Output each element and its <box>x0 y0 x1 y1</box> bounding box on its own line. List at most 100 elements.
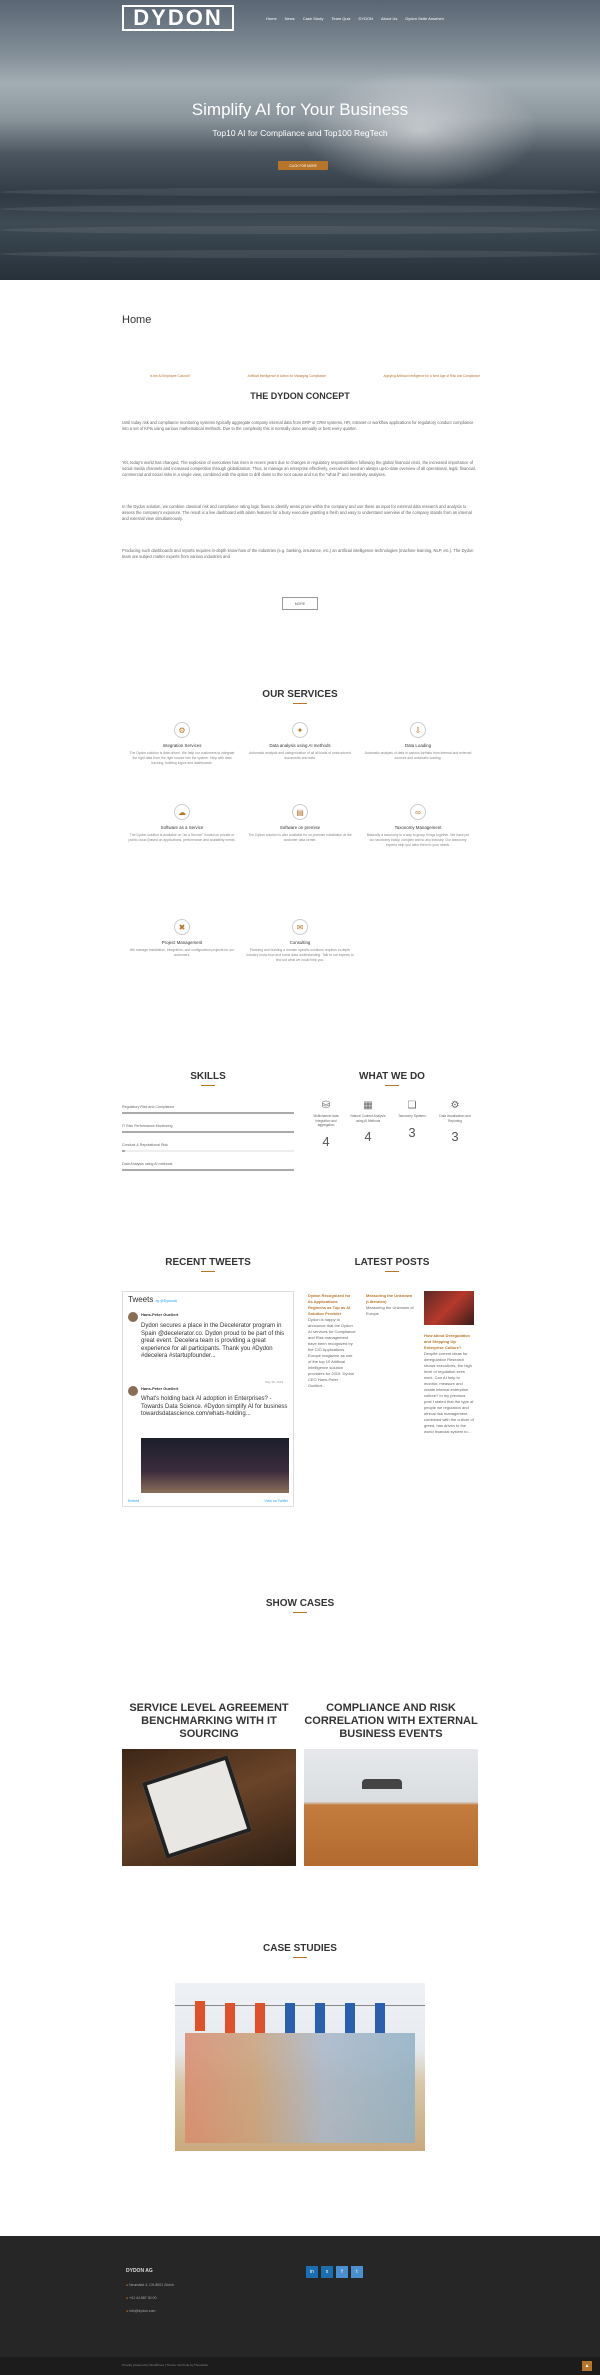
post-tabs: Is the AI Employee Cultural? Artificial … <box>150 374 480 378</box>
wwd-item: ▦ Natural Content Analysis using AI Metho… <box>350 1100 386 1144</box>
server-icon: ▤ <box>292 804 308 820</box>
post-item: How about Deregulation and Stepping Up E… <box>424 1333 474 1434</box>
footer-address: ● Neumarkt 4, CH-8001 Zürich <box>126 2283 174 2287</box>
hero-section: DYDON Home News Case Study Team Quiz DYD… <box>0 0 600 280</box>
link-icon: ∞ <box>410 804 426 820</box>
wwd-item: ❏ Taxonomy Systems 3 <box>394 1100 430 1140</box>
title-underline <box>385 1085 399 1086</box>
nav-home[interactable]: Home <box>266 16 277 21</box>
hero-title: Simplify AI for Your Business <box>191 100 409 119</box>
tweet-text: Dydon secures a place in the Decelerator… <box>141 1323 285 1359</box>
hero-subtitle: Top10 AI for Compliance and Top100 RegTe… <box>212 128 388 138</box>
case-studies-title: CASE STUDIES <box>263 1943 337 1954</box>
wwd-item: ⚙ Data visualization and Reporting 3 <box>437 1100 473 1144</box>
concept-paragraph: Yet, today's world has changed. The expl… <box>122 460 476 477</box>
database-icon: ⛁ <box>321 1100 331 1111</box>
showcase-title[interactable]: SERVICE LEVEL AGREEMENT BENCHMARKING WIT… <box>122 1702 296 1741</box>
title-underline <box>293 1612 307 1613</box>
services-title: OUR SERVICES <box>262 689 338 700</box>
title-underline <box>201 1085 215 1086</box>
linkedin-icon[interactable]: in <box>306 2266 318 2278</box>
download-icon: ⇩ <box>410 722 426 738</box>
nav-about-us[interactable]: About Us <box>381 16 397 21</box>
posts-title: LATEST POSTS <box>354 1257 430 1268</box>
service-item: ✦ Data analysis using AI methods Automatic… <box>246 722 354 761</box>
hero-cta-button[interactable]: CLICK FOR MORE <box>278 161 328 170</box>
chat-icon: ✉ <box>292 919 308 935</box>
nav-news[interactable]: News <box>285 16 295 21</box>
service-item: ▤ Software on premise The Dydon solution i… <box>246 804 354 843</box>
showcase-image[interactable] <box>122 1749 296 1866</box>
cloud-icon: ☁ <box>174 804 190 820</box>
skill-fill <box>122 1112 294 1114</box>
wwd-item: ⛁ Multichannel data integration and aggre… <box>308 1100 344 1149</box>
twitter-widget[interactable]: Tweets by @DydonAI Hans-Peter Guellert D… <box>122 1291 294 1507</box>
service-item: ⚙ Integration Services The Dydon solution … <box>128 722 236 766</box>
document-icon: ▦ <box>363 1100 373 1111</box>
post-thumbnail[interactable] <box>424 1291 474 1325</box>
showcase-card[interactable]: SERVICE LEVEL AGREEMENT BENCHMARKING WIT… <box>122 1702 296 1866</box>
gear-icon: ⚙ <box>174 722 190 738</box>
post-item: Measuring the Unknown (Liberalen) Measuri… <box>366 1293 414 1316</box>
nav-dydon-seite[interactable]: Dydon Seite Ansehen <box>405 16 443 21</box>
nav-team-quiz[interactable]: Team Quiz <box>331 16 350 21</box>
skill-row: Regulatory Risk and Compliance <box>122 1105 294 1114</box>
post-title-link[interactable]: How about Deregulation and Stepping Up E… <box>424 1333 474 1351</box>
showcases-title: SHOW CASES <box>265 1598 335 1609</box>
skill-fill <box>122 1131 294 1133</box>
more-button[interactable]: MORE <box>282 597 318 610</box>
facebook-icon[interactable]: f <box>336 2266 348 2278</box>
showcase-card[interactable]: COMPLIANCE AND RISK CORRELATION WITH EXT… <box>304 1702 478 1866</box>
concept-paragraph: Until today risk and compliance monitori… <box>122 420 474 431</box>
tab-ai-employee[interactable]: Is the AI Employee Cultural? <box>150 374 190 378</box>
book-icon: ❏ <box>407 1100 417 1111</box>
skills-title: SKILLS <box>190 1071 226 1082</box>
twitter-icon[interactable]: t <box>351 2266 363 2278</box>
skill-fill <box>122 1169 294 1171</box>
footer-phone: ● +41 44 887 00 00 <box>126 2296 157 2300</box>
service-item: ✉ Consulting Planning and building a domai… <box>246 919 354 963</box>
case-study-image[interactable] <box>175 1983 425 2151</box>
showcase-image[interactable] <box>304 1749 478 1866</box>
service-item: ✖ Project Management We manage installatio… <box>128 919 236 958</box>
nav-dydon[interactable]: DYDON <box>359 16 373 21</box>
social-links: in x f t <box>306 2266 363 2278</box>
embed-link[interactable]: Embed <box>128 1499 139 1503</box>
mail-icon: ● <box>126 2309 129 2313</box>
footer-email: ● info@dydon.com <box>126 2309 156 2313</box>
page-title: Home <box>122 314 152 326</box>
tweets-title: RECENT TWEETS <box>165 1257 251 1268</box>
skill-row: IT Risk Performance Monitoring <box>122 1124 294 1133</box>
footer-company: DYDON AG <box>126 2268 153 2274</box>
title-underline <box>201 1271 215 1272</box>
service-item: ⇩ Data Loading Automatic analysis of data … <box>364 722 472 761</box>
tweet-text: What's holding back AI adoption in Enter… <box>141 1396 288 1417</box>
twitter-handle-link[interactable]: by @DydonAI <box>156 1299 178 1303</box>
phone-icon: ● <box>126 2296 129 2300</box>
main-nav: Home News Case Study Team Quiz DYDON Abo… <box>266 16 444 21</box>
post-title-link[interactable]: Dydon Recognized for its Applications Re… <box>308 1293 356 1317</box>
skill-fill <box>122 1150 126 1152</box>
nav-case-study[interactable]: Case Study <box>303 16 324 21</box>
xing-icon[interactable]: x <box>321 2266 333 2278</box>
scroll-top-button[interactable]: ▲ <box>582 2361 592 2371</box>
showcase-title[interactable]: COMPLIANCE AND RISK CORRELATION WITH EXT… <box>304 1702 478 1741</box>
avatar <box>128 1312 138 1322</box>
concept-title: THE DYDON CONCEPT <box>250 391 350 401</box>
tools-icon: ✖ <box>174 919 190 935</box>
tab-ai-compliance[interactable]: Artificial Intelligence in Action for Ma… <box>248 374 326 378</box>
wwd-title: WHAT WE DO <box>359 1071 425 1082</box>
title-underline <box>385 1271 399 1272</box>
title-underline <box>293 1957 307 1958</box>
concept-paragraph: Producing such dashboards and reports re… <box>122 548 474 559</box>
view-on-twitter-link[interactable]: View on Twitter <box>264 1499 288 1503</box>
post-title-link[interactable]: Measuring the Unknown (Liberalen) <box>366 1293 414 1305</box>
logo[interactable]: DYDON <box>122 5 234 31</box>
post-item: Dydon Recognized for its Applications Re… <box>308 1293 356 1388</box>
service-item: ∞ Taxonomy Management Basically a taxonomy… <box>364 804 472 848</box>
tab-ai-new-age[interactable]: Applying Artificial Intelligence for a N… <box>383 374 480 378</box>
brain-icon: ✦ <box>292 722 308 738</box>
map-icon: ● <box>126 2283 129 2287</box>
tweet-date: May 28, 2019 <box>265 1380 284 1384</box>
tweet-image[interactable] <box>141 1438 289 1493</box>
